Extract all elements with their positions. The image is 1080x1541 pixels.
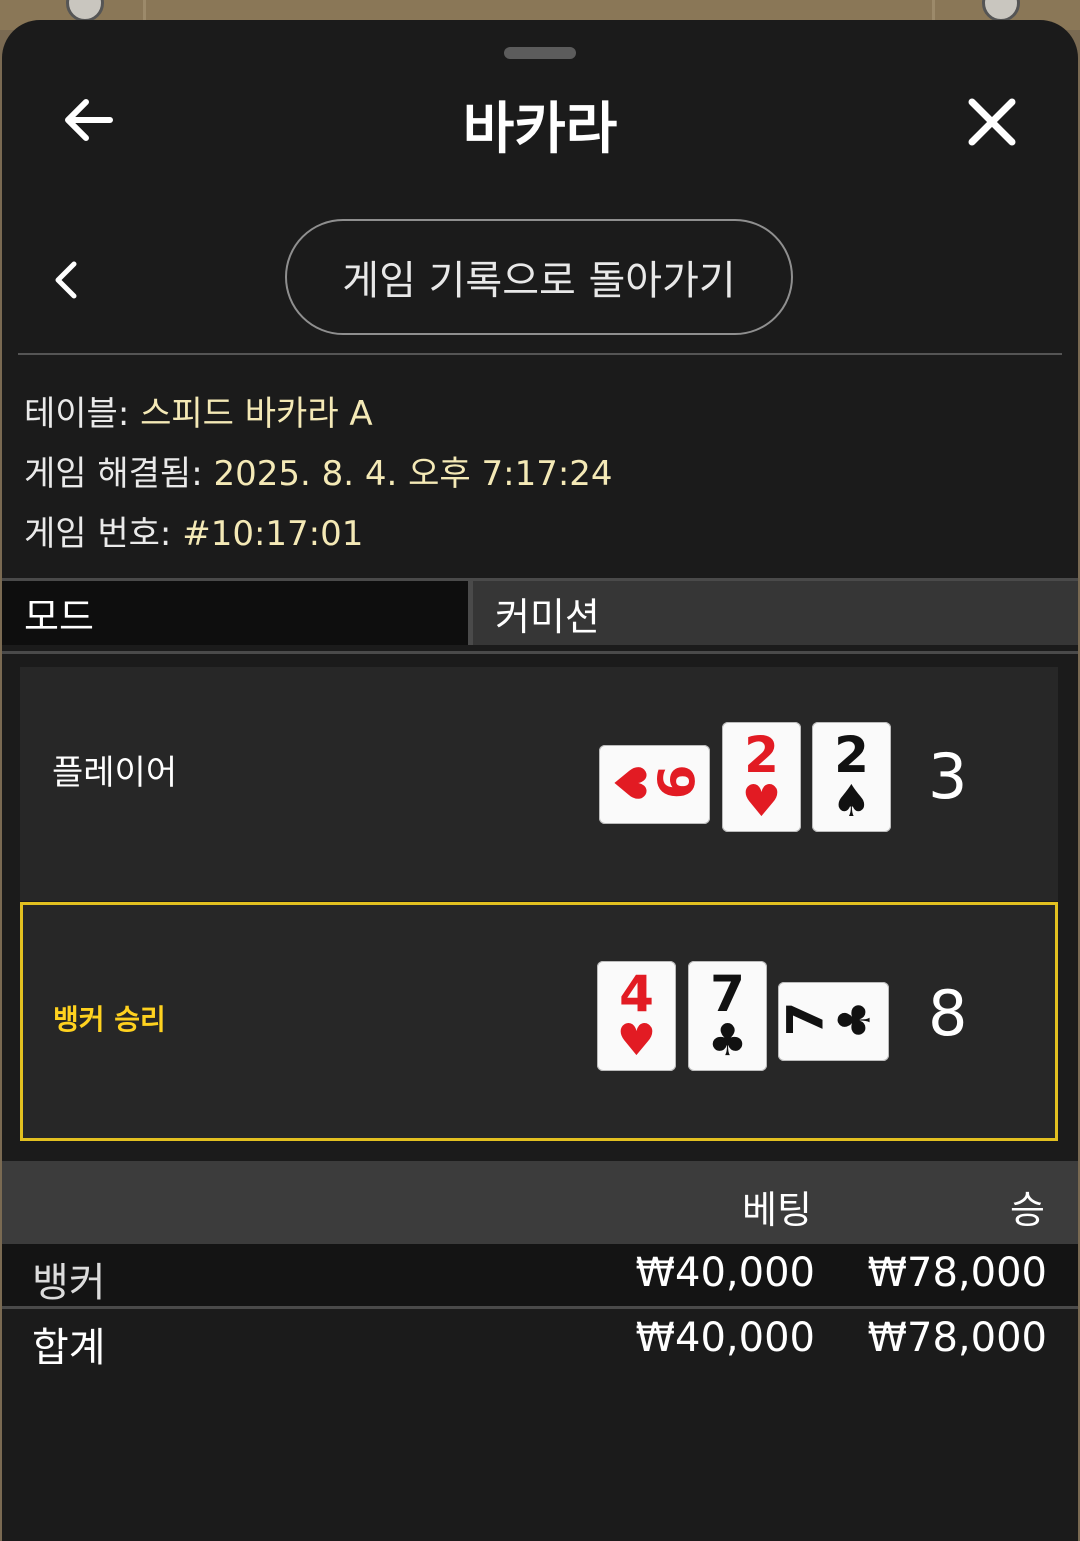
card-rank: 2: [744, 726, 779, 784]
player-score: 3: [928, 740, 968, 813]
card-suit: ♣: [707, 1015, 748, 1066]
total-label: 합계: [32, 1325, 106, 1371]
tab-commission[interactable]: 커미션: [473, 581, 1078, 645]
divider: [18, 353, 1062, 355]
game-number-info: 게임 번호: #10:17:01: [24, 506, 363, 555]
game-number-label: 게임 번호:: [24, 514, 172, 554]
previous-game-button[interactable]: [48, 260, 84, 300]
banker-win-label: 뱅커 승리: [53, 1003, 166, 1036]
resolved-value: 2025. 8. 4. 오후 7:17:24: [213, 454, 613, 494]
player-card-1: ♥ 9: [599, 745, 710, 824]
row-label: 뱅커: [32, 1260, 106, 1306]
card-rank: 4: [619, 965, 654, 1023]
table-row: 합계 ₩40,000 ₩78,000: [2, 1309, 1078, 1371]
row-win: ₩78,000: [867, 1250, 1047, 1296]
back-to-history-button[interactable]: 게임 기록으로 돌아가기: [285, 219, 793, 335]
banker-card-3: 7 ♣: [776, 982, 889, 1061]
page-title: 바카라: [462, 97, 618, 162]
banker-score: 8: [928, 977, 968, 1050]
card-rank: 7: [710, 965, 745, 1023]
mode-tabs: 모드 커미션: [2, 578, 1078, 654]
player-card-3: 2 ♠: [812, 722, 891, 832]
resolved-info: 게임 해결됨: 2025. 8. 4. 오후 7:17:24: [24, 446, 613, 495]
card-rank: 7: [776, 1001, 835, 1037]
banker-card-1: 4 ♥: [597, 961, 676, 1071]
total-win: ₩78,000: [867, 1315, 1047, 1361]
tab-mode[interactable]: 모드: [2, 581, 468, 645]
banker-card-2: 7 ♣: [688, 961, 767, 1071]
card-suit: ♥: [616, 1015, 657, 1066]
resolved-label: 게임 해결됨:: [24, 454, 203, 494]
card-suit: ♣: [829, 1000, 881, 1040]
card-suit: ♥: [603, 763, 655, 803]
game-number-value: #10:17:01: [182, 514, 364, 554]
card-rank: 2: [834, 726, 869, 784]
table-row: 뱅커 ₩40,000 ₩78,000: [2, 1244, 1078, 1306]
table-info: 테이블: 스피드 바카라 A: [24, 386, 373, 435]
table-label: 테이블:: [24, 394, 130, 434]
card-rank: 9: [645, 764, 704, 800]
player-label: 플레이어: [52, 753, 178, 793]
table-value: 스피드 바카라 A: [140, 394, 373, 434]
player-card-2: 2 ♥: [722, 722, 801, 832]
chevron-left-icon: [55, 261, 77, 299]
bottom-sheet: 바카라 게임 기록으로 돌아가기 테이블: 스피드 바카라 A 게임 해결됨: …: [2, 20, 1078, 1541]
close-icon: [968, 98, 1016, 146]
bet-column-header: 베팅: [742, 1188, 812, 1232]
close-button[interactable]: [964, 94, 1020, 150]
card-suit: ♥: [741, 776, 782, 827]
card-suit: ♠: [831, 776, 872, 827]
total-bet: ₩40,000: [635, 1315, 815, 1361]
row-bet: ₩40,000: [635, 1250, 815, 1296]
drag-handle[interactable]: [504, 47, 576, 59]
win-column-header: 승: [1010, 1188, 1045, 1232]
player-hand-panel: 플레이어 ♥ 9 2 ♥ 2 ♠ 3: [20, 667, 1058, 901]
bets-table-header: 베팅 승: [2, 1161, 1078, 1244]
banker-hand-panel: 뱅커 승리 4 ♥ 7 ♣ 7 ♣ 8: [20, 902, 1058, 1141]
